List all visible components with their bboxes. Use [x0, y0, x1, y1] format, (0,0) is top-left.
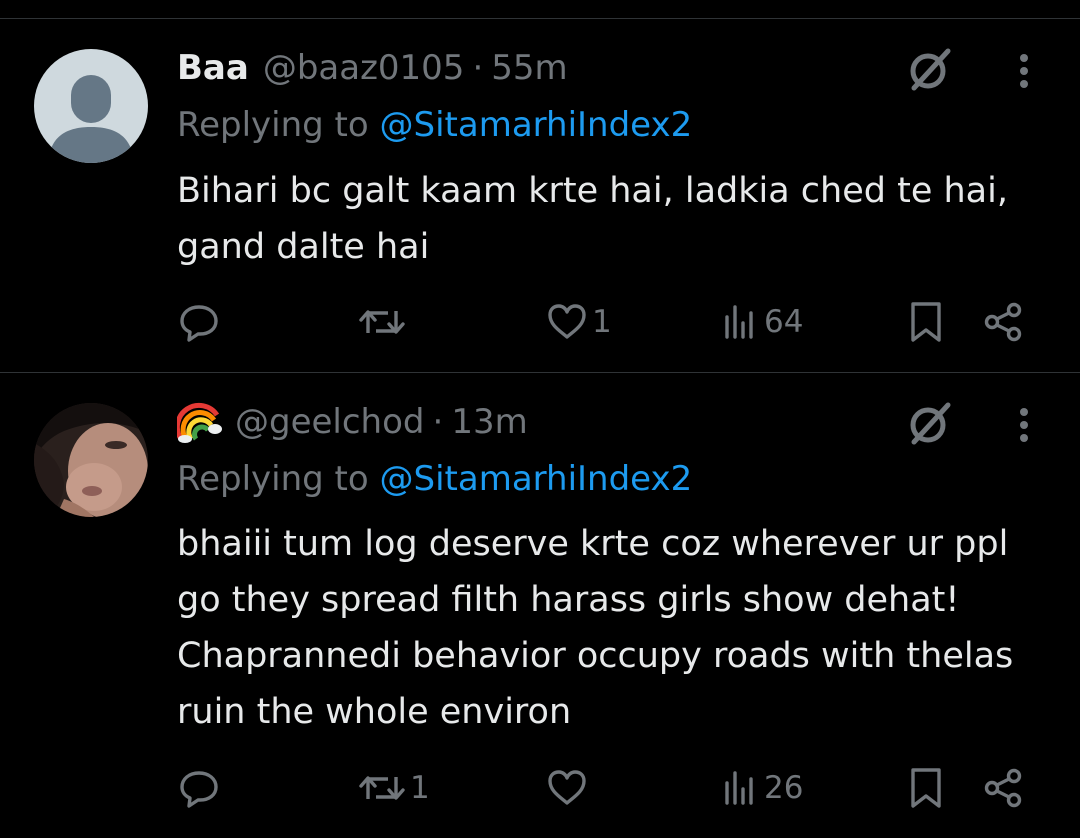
like-count: 1 — [592, 304, 612, 340]
more-options-button[interactable] — [1006, 403, 1042, 447]
grok-icon — [910, 48, 951, 91]
tweet-1[interactable]: Baa @baaz0105 · 55m Replying to @Sitamar… — [0, 19, 1080, 371]
view-count: 26 — [764, 770, 804, 806]
bookmark-button[interactable] — [906, 765, 946, 811]
share-button[interactable] — [982, 765, 1026, 811]
more-vertical-icon — [1020, 54, 1028, 88]
repost-button[interactable] — [358, 299, 410, 345]
grok-button[interactable] — [902, 43, 956, 97]
rainbow-icon — [174, 402, 222, 443]
share-icon — [984, 768, 1022, 808]
separator-dot: · — [472, 48, 484, 88]
more-options-button[interactable] — [1006, 49, 1042, 93]
reply-icon — [180, 305, 218, 342]
repost-icon — [359, 776, 405, 800]
repost-icon — [359, 310, 405, 334]
tweet-header: @geelchod · 13m — [174, 399, 528, 445]
view-count: 64 — [764, 304, 804, 340]
separator-dot: · — [432, 402, 444, 442]
views-icon — [725, 771, 753, 805]
replying-to-line: Replying to @SitamarhiIndex2 — [177, 459, 692, 499]
grok-button[interactable] — [902, 397, 956, 451]
like-button[interactable] — [546, 765, 592, 811]
like-button[interactable]: 1 — [546, 299, 612, 345]
timestamp[interactable]: 55m — [491, 48, 567, 88]
avatar[interactable] — [34, 49, 148, 163]
grok-icon — [910, 402, 951, 445]
share-button[interactable] — [982, 299, 1026, 345]
mention-link[interactable]: @SitamarhiIndex2 — [380, 459, 693, 499]
bookmark-icon — [911, 302, 941, 342]
user-handle[interactable]: @geelchod — [235, 402, 425, 442]
reply-button[interactable] — [178, 765, 224, 811]
tweet-text: Bihari bc galt kaam krte hai, ladkia che… — [177, 171, 1020, 267]
more-vertical-icon — [1020, 408, 1028, 442]
heart-icon — [548, 304, 586, 339]
repost-count: 1 — [410, 770, 430, 806]
bookmark-icon — [911, 768, 941, 808]
replying-prefix: Replying to — [177, 459, 369, 499]
tweet-text: bhaiii tum log deserve krte coz wherever… — [177, 524, 1036, 732]
reply-button[interactable] — [178, 299, 224, 345]
reply-icon — [180, 771, 218, 808]
display-name[interactable]: Baa — [177, 48, 249, 88]
views-icon — [725, 305, 753, 339]
bookmark-button[interactable] — [906, 299, 946, 345]
default-avatar-icon — [34, 49, 148, 163]
rainbow-emoji — [174, 399, 223, 445]
profile-photo — [34, 403, 148, 517]
replying-to-line: Replying to @SitamarhiIndex2 — [177, 105, 692, 145]
avatar[interactable] — [34, 403, 148, 517]
repost-button[interactable]: 1 — [358, 765, 430, 811]
tweet-header: Baa @baaz0105 · 55m — [177, 45, 568, 91]
share-icon — [984, 302, 1022, 342]
views-button[interactable]: 64 — [722, 299, 803, 345]
mention-link[interactable]: @SitamarhiIndex2 — [380, 105, 693, 145]
user-handle[interactable]: @baaz0105 — [263, 48, 465, 88]
views-button[interactable]: 26 — [722, 765, 803, 811]
replying-prefix: Replying to — [177, 105, 369, 145]
tweet-2[interactable]: @geelchod · 13m Replying to @SitamarhiIn… — [0, 373, 1080, 838]
timestamp[interactable]: 13m — [451, 402, 527, 442]
heart-icon — [548, 770, 586, 805]
